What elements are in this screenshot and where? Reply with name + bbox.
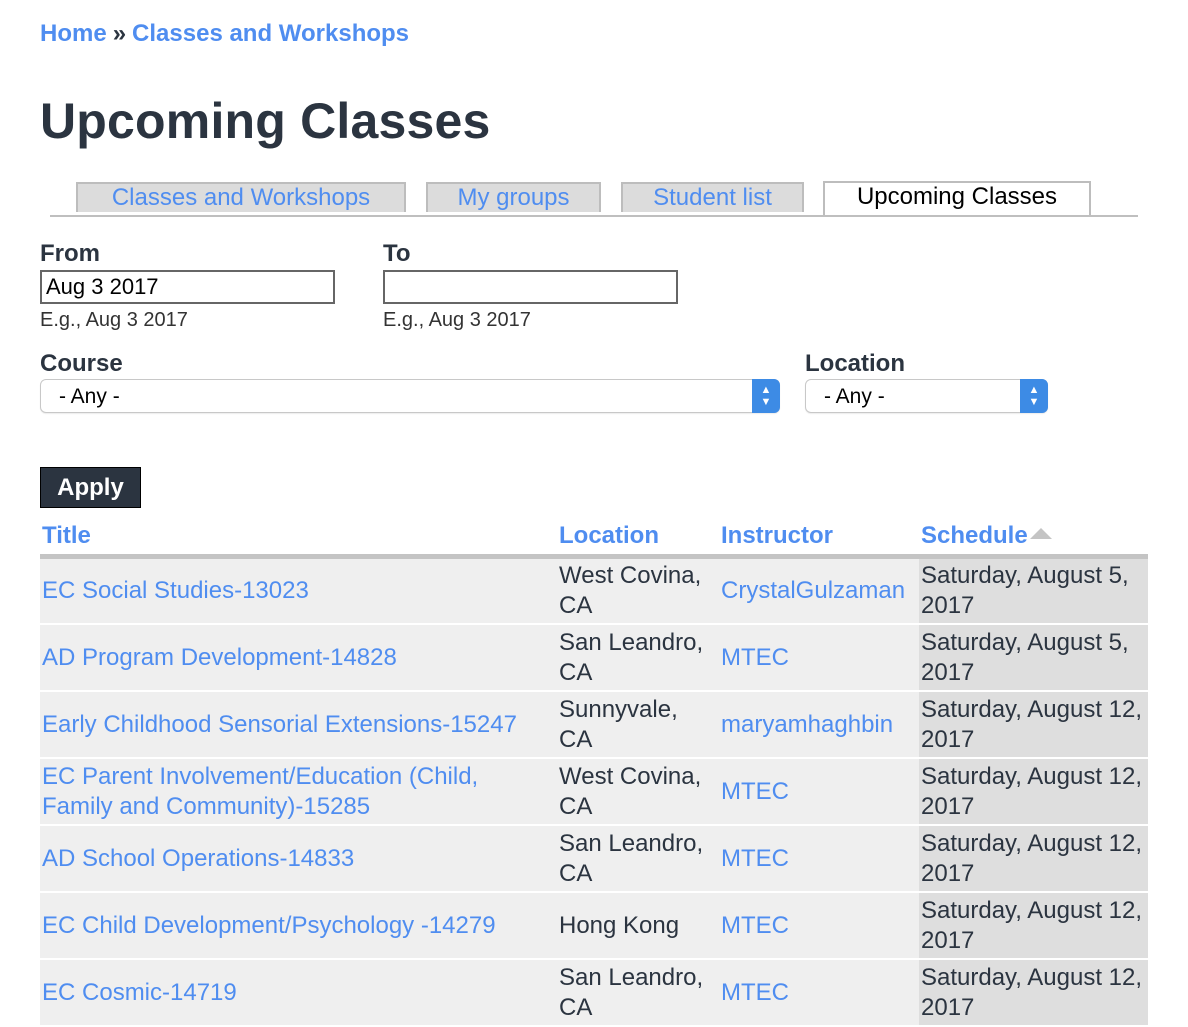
column-header-schedule[interactable]: Schedule: [919, 520, 1148, 559]
class-title-link[interactable]: AD Program Development-14828: [42, 644, 397, 671]
class-title-link[interactable]: EC Child Development/Psychology -14279: [42, 912, 496, 939]
table-row: Early Childhood Sensorial Extensions-152…: [40, 691, 1148, 759]
class-schedule: Saturday, August 12, 2017: [919, 691, 1148, 759]
class-schedule: Saturday, August 12, 2017: [919, 892, 1148, 960]
class-location: Hong Kong: [557, 892, 719, 960]
class-location: West Covina, CA: [557, 556, 719, 625]
apply-button[interactable]: Apply: [40, 467, 141, 508]
class-schedule: Saturday, August 5, 2017: [919, 556, 1148, 625]
from-hint: E.g., Aug 3 2017: [40, 309, 188, 331]
classes-table: Title Location Instructor Schedule EC So…: [40, 520, 1148, 1027]
course-select[interactable]: - Any - ▲ ▼: [40, 379, 780, 413]
breadcrumb-current-link[interactable]: Classes and Workshops: [132, 20, 409, 47]
class-title-link[interactable]: Early Childhood Sensorial Extensions-152…: [42, 711, 517, 738]
location-select-value: - Any -: [824, 385, 885, 408]
select-stepper-icon: ▲ ▼: [752, 379, 780, 413]
class-location: San Leandro, CA: [557, 959, 719, 1027]
course-label: Course: [40, 350, 123, 377]
instructor-link[interactable]: MTEC: [721, 644, 789, 671]
table-row: EC Cosmic-14719 San Leandro, CA MTEC Sat…: [40, 959, 1148, 1027]
table-row: EC Child Development/Psychology -14279 H…: [40, 892, 1148, 960]
tab-upcoming-classes[interactable]: Upcoming Classes: [823, 181, 1091, 215]
class-location: San Leandro, CA: [557, 825, 719, 893]
table-header-row: Title Location Instructor Schedule: [40, 520, 1148, 559]
sort-schedule-link[interactable]: Schedule: [921, 522, 1028, 549]
instructor-link[interactable]: MTEC: [721, 778, 789, 805]
breadcrumb-home-link[interactable]: Home: [40, 20, 107, 47]
instructor-link[interactable]: MTEC: [721, 912, 789, 939]
from-label: From: [40, 240, 100, 267]
tab-student-list[interactable]: Student list: [621, 182, 804, 212]
class-schedule: Saturday, August 5, 2017: [919, 624, 1148, 692]
class-location: San Leandro, CA: [557, 624, 719, 692]
tab-classes-and-workshops[interactable]: Classes and Workshops: [76, 182, 406, 212]
tab-bar: Classes and Workshops My groups Student …: [50, 181, 1138, 217]
class-schedule: Saturday, August 12, 2017: [919, 959, 1148, 1027]
breadcrumb: Home» Classes and Workshops: [40, 20, 409, 48]
sort-location-link[interactable]: Location: [559, 522, 659, 549]
class-title-link[interactable]: EC Cosmic-14719: [42, 979, 237, 1006]
class-title-link[interactable]: EC Social Studies-13023: [42, 577, 309, 604]
class-location: West Covina, CA: [557, 758, 719, 826]
select-stepper-icon: ▲ ▼: [1020, 379, 1048, 413]
column-header-location[interactable]: Location: [557, 520, 719, 559]
table-row: AD Program Development-14828 San Leandro…: [40, 624, 1148, 692]
class-schedule: Saturday, August 12, 2017: [919, 825, 1148, 893]
table-row: EC Social Studies-13023 West Covina, CA …: [40, 556, 1148, 625]
class-title-link[interactable]: AD School Operations-14833: [42, 845, 354, 872]
course-select-value: - Any -: [59, 385, 120, 408]
instructor-link[interactable]: MTEC: [721, 845, 789, 872]
sort-title-link[interactable]: Title: [42, 522, 91, 549]
class-location: Sunnyvale, CA: [557, 691, 719, 759]
from-date-input[interactable]: [40, 270, 335, 304]
table-row: EC Parent Involvement/Education (Child, …: [40, 758, 1148, 826]
instructor-link[interactable]: maryamhaghbin: [721, 711, 893, 738]
class-schedule: Saturday, August 12, 2017: [919, 758, 1148, 826]
column-header-instructor[interactable]: Instructor: [719, 520, 919, 559]
to-hint: E.g., Aug 3 2017: [383, 309, 531, 331]
tab-my-groups[interactable]: My groups: [426, 182, 601, 212]
to-date-input[interactable]: [383, 270, 678, 304]
page-title: Upcoming Classes: [40, 93, 491, 149]
sort-instructor-link[interactable]: Instructor: [721, 522, 833, 549]
instructor-link[interactable]: MTEC: [721, 979, 789, 1006]
to-label: To: [383, 240, 411, 267]
location-select[interactable]: - Any - ▲ ▼: [805, 379, 1048, 413]
sort-ascending-icon: [1029, 528, 1052, 540]
location-label: Location: [805, 350, 905, 377]
column-header-title[interactable]: Title: [40, 520, 557, 559]
breadcrumb-separator: »: [112, 20, 127, 47]
instructor-link[interactable]: CrystalGulzaman: [721, 577, 905, 604]
class-title-link[interactable]: EC Parent Involvement/Education (Child, …: [42, 763, 478, 820]
table-row: AD School Operations-14833 San Leandro, …: [40, 825, 1148, 893]
